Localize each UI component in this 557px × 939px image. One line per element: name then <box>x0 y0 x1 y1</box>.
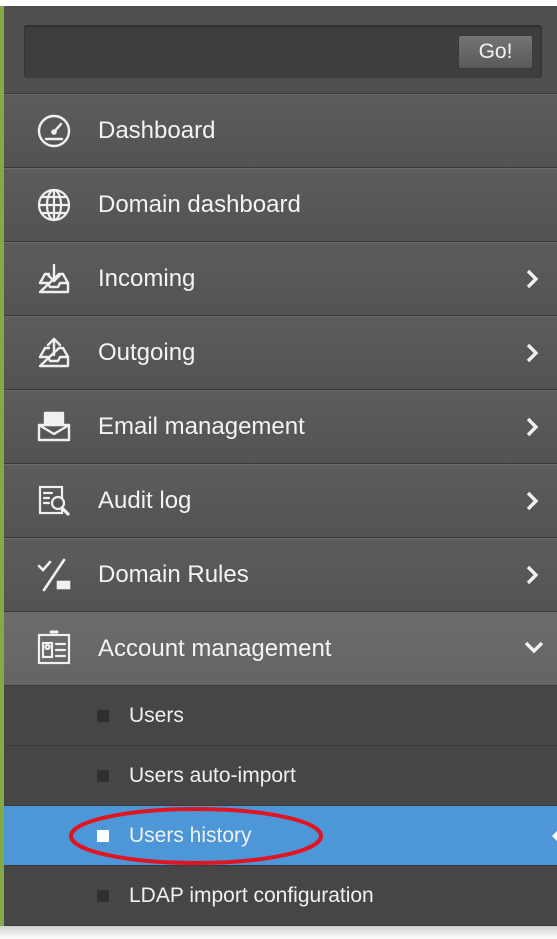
rules-percent-icon <box>34 555 74 595</box>
submenu-item-users-history[interactable]: Users history <box>4 806 557 866</box>
menu-item-incoming[interactable]: Incoming <box>4 242 557 316</box>
account-card-icon <box>34 629 74 669</box>
chevron-right-icon <box>523 564 541 586</box>
submenu-label: Users auto-import <box>129 763 296 787</box>
accent-bar <box>0 539 4 611</box>
inbox-download-icon <box>34 259 74 299</box>
submenu-label: Users <box>129 703 184 727</box>
chevron-right-icon <box>523 416 541 438</box>
search-input[interactable] <box>24 25 454 78</box>
search-area: Go! <box>4 6 557 94</box>
submenu-label: Users history <box>129 823 252 847</box>
bullet-icon <box>97 889 109 902</box>
account-submenu: Users Users auto-import Users history LD… <box>4 686 557 926</box>
accent-bar <box>0 317 4 389</box>
submenu-label: LDAP import configuration <box>129 883 374 907</box>
bullet-icon <box>97 709 109 722</box>
menu-label: Outgoing <box>98 339 196 366</box>
menu-item-email-management[interactable]: Email management <box>4 390 557 464</box>
submenu-item-users-auto-import[interactable]: Users auto-import <box>4 746 557 806</box>
go-button[interactable]: Go! <box>458 35 533 69</box>
bullet-icon <box>97 829 109 842</box>
accent-bar <box>0 465 4 537</box>
accent-bar <box>0 243 4 315</box>
menu-label: Domain dashboard <box>98 191 301 218</box>
menu-label: Dashboard <box>98 117 216 144</box>
accent-bar <box>0 95 4 167</box>
accent-bar <box>0 391 4 463</box>
chevron-right-icon <box>523 268 541 290</box>
accent-bar <box>0 169 4 241</box>
menu-label: Domain Rules <box>98 561 249 588</box>
email-tray-icon <box>34 407 74 447</box>
menu-item-domain-dashboard[interactable]: Domain dashboard <box>4 168 557 242</box>
chevron-down-icon <box>523 638 544 660</box>
chevron-right-icon <box>523 342 541 364</box>
submenu-item-ldap-import-configuration[interactable]: LDAP import configuration <box>4 866 557 926</box>
bullet-icon <box>97 769 109 782</box>
menu-label: Incoming <box>98 265 196 292</box>
dashboard-gauge-icon <box>34 111 74 151</box>
chevron-right-icon <box>523 490 541 512</box>
menu-item-account-management[interactable]: Account management <box>4 612 557 686</box>
menu-item-domain-rules[interactable]: Domain Rules <box>4 538 557 612</box>
accent-bar <box>0 613 4 685</box>
submenu-item-users[interactable]: Users <box>4 686 557 746</box>
menu-item-outgoing[interactable]: Outgoing <box>4 316 557 390</box>
globe-icon <box>34 185 74 225</box>
outbox-upload-icon <box>34 333 74 373</box>
active-caret-icon <box>552 827 557 844</box>
bottom-shadow <box>0 926 557 939</box>
search-box: Go! <box>24 25 542 78</box>
menu-item-dashboard[interactable]: Dashboard <box>4 94 557 168</box>
menu-label: Audit log <box>98 487 192 514</box>
menu-label: Email management <box>98 413 305 440</box>
menu-item-audit-log[interactable]: Audit log <box>4 464 557 538</box>
menu-label: Account management <box>98 635 332 662</box>
sidebar-nav: Go! Dashboard Domain dashboard Incoming … <box>0 6 557 926</box>
audit-search-icon <box>34 481 74 521</box>
